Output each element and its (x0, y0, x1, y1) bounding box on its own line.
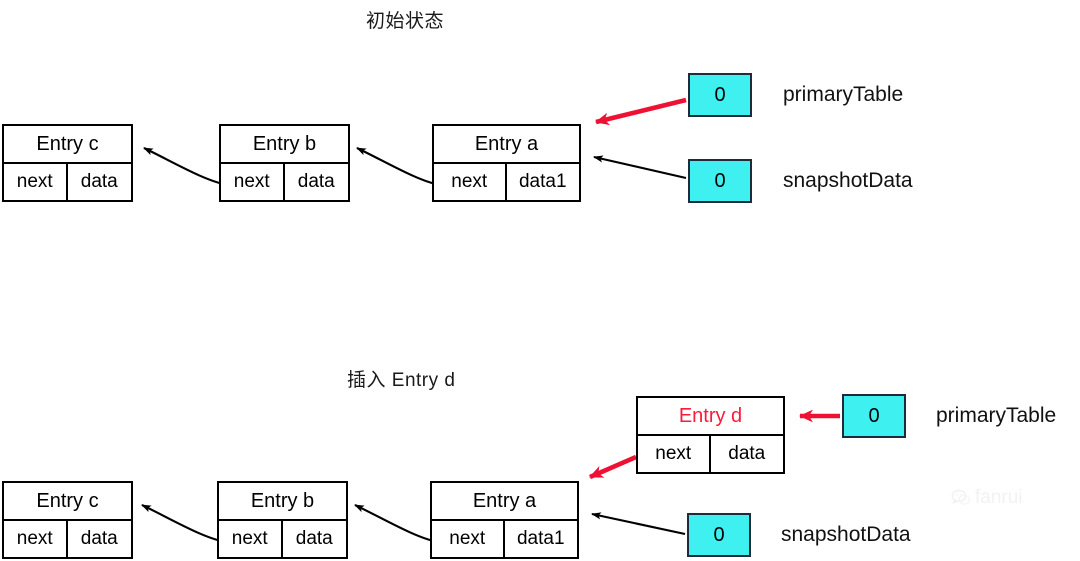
link-snapshotdata-to-a (593, 155, 687, 180)
entry-node-b-name: Entry b (221, 126, 348, 164)
section-title-insert-entry-d: 插入 Entry d (347, 370, 456, 391)
entry-node-b2-next-cell: next (219, 521, 283, 557)
primary-table-slot-2-value: 0 (868, 404, 880, 427)
link-b-to-c (143, 147, 229, 187)
arrow-layer (141, 97, 840, 544)
entry-node-c-name: Entry c (4, 126, 131, 164)
watermark-text: fanrui (975, 487, 1023, 508)
entry-node-a-next-cell: next (434, 164, 507, 200)
entry-node-c-data-cell: data (67, 164, 131, 200)
link-b2-to-c2 (141, 504, 227, 544)
primary-table-label-2: primaryTable (936, 404, 1057, 427)
entry-node-b2-data-cell: data (282, 521, 346, 557)
primary-table-slot-value: 0 (714, 83, 726, 106)
entry-node-b: Entry b next data (219, 124, 350, 202)
entry-node-c2-fields: next data (4, 521, 131, 557)
entry-node-c2: Entry c next data (2, 481, 133, 559)
entry-node-d-next-cell: next (638, 436, 711, 472)
primary-table-slot: 0 (688, 73, 752, 117)
entry-node-c2-data-cell: data (67, 521, 131, 557)
entry-node-a: Entry a next data1 (432, 124, 581, 202)
diagram-canvas: 初始状态 Entry c next data Entry b next data… (0, 0, 1080, 561)
snapshot-data-slot-value: 0 (714, 169, 726, 192)
entry-node-d-fields: next data (638, 436, 783, 472)
entry-node-d-name: Entry d (638, 398, 783, 436)
entry-node-b2-fields: next data (219, 521, 346, 557)
entry-node-c2-name: Entry c (4, 483, 131, 521)
primary-table-slot-2: 0 (842, 394, 906, 438)
snapshot-data-slot-2-value: 0 (713, 523, 725, 546)
entry-node-a-name: Entry a (434, 126, 579, 164)
entry-node-b2: Entry b next data (217, 481, 348, 559)
entry-node-a2-data-cell: data1 (504, 521, 577, 557)
entry-node-c2-next-cell: next (4, 521, 68, 557)
entry-node-b-data-cell: data (284, 164, 348, 200)
snapshot-data-label-2: snapshotData (781, 523, 911, 546)
entry-node-b-fields: next data (221, 164, 348, 200)
primary-table-label: primaryTable (783, 83, 904, 106)
entry-node-c: Entry c next data (2, 124, 133, 202)
wechat-icon (951, 488, 971, 508)
link-snapshotdata2-to-a2 (591, 512, 686, 536)
entry-node-a2-fields: next data1 (432, 521, 577, 557)
link-primarytable-to-a (595, 97, 687, 126)
entry-node-d: Entry d next data (636, 396, 785, 474)
watermark: fanrui (951, 487, 1023, 509)
link-a-to-b (356, 147, 441, 187)
snapshot-data-slot-2: 0 (687, 513, 751, 557)
entry-node-c-next-cell: next (4, 164, 68, 200)
entry-node-d-data-cell: data (710, 436, 783, 472)
snapshot-data-label: snapshotData (783, 169, 913, 192)
link-a2-to-b2 (354, 504, 439, 544)
entry-node-c-fields: next data (4, 164, 131, 200)
link-d-to-a2 (589, 454, 637, 480)
entry-node-a2-next-cell: next (432, 521, 505, 557)
snapshot-data-slot: 0 (688, 159, 752, 203)
entry-node-a-fields: next data1 (434, 164, 579, 200)
entry-node-a-data-cell: data1 (506, 164, 579, 200)
entry-node-a2-name: Entry a (432, 483, 577, 521)
entry-node-b2-name: Entry b (219, 483, 346, 521)
entry-node-a2: Entry a next data1 (430, 481, 579, 559)
section-title-initial-state: 初始状态 (366, 11, 445, 32)
entry-node-b-next-cell: next (221, 164, 285, 200)
